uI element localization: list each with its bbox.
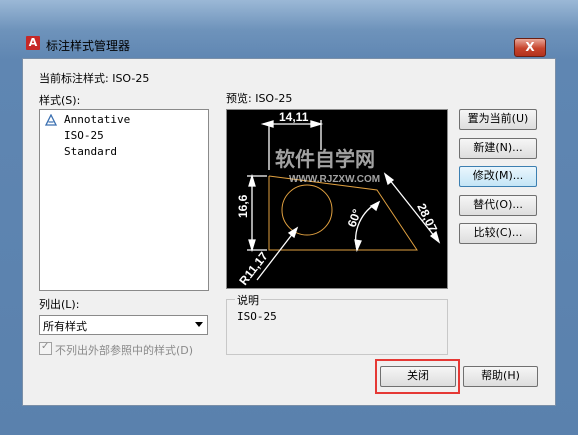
list-filter-select[interactable]: 所有样式 — [39, 315, 208, 335]
dialog-window: A 标注样式管理器 X 当前标注样式: ISO-25 样式(S): Annota… — [0, 0, 578, 435]
help-button[interactable]: 帮助(H) — [463, 366, 538, 387]
autocad-app-icon: A — [26, 36, 40, 50]
preview-label: 预览: ISO-25 — [226, 92, 293, 105]
xref-checkbox[interactable]: ✓ — [39, 341, 52, 355]
styles-label: 样式(S): — [39, 94, 81, 107]
current-style-label: 当前标注样式: ISO-25 — [39, 72, 150, 85]
xref-checkbox-label: 不列出外部参照中的样式(D) — [55, 344, 194, 357]
dim-left-text: 16,6 — [236, 194, 250, 218]
list-filter-value: 所有样式 — [43, 320, 87, 333]
compare-button[interactable]: 比较(C)... — [459, 223, 537, 244]
list-item-standard[interactable]: Standard — [64, 145, 117, 158]
modify-button[interactable]: 修改(M)... — [459, 166, 537, 187]
watermark-url: WWW.RJZXW.COM — [289, 174, 380, 185]
list-item-iso-25[interactable]: ISO-25 — [64, 129, 104, 142]
dim-top-text: 14,11 — [279, 110, 309, 124]
description-group: 说明 ISO-25 — [226, 292, 448, 355]
description-title: 说明 — [235, 292, 261, 308]
dialog-client-area: 当前标注样式: ISO-25 样式(S): Annotative ISO-25 … — [22, 58, 556, 406]
description-value: ISO-25 — [237, 310, 277, 323]
check-icon: ✓ — [41, 341, 50, 352]
dim-angle-text: 60° — [345, 207, 364, 229]
preview-drawing: 14,11 16,6 28,07 60° R11,17 软件自学网 WWW.RJ… — [236, 110, 440, 288]
window-close-button[interactable]: X — [514, 38, 546, 57]
preview-canvas: 14,11 16,6 28,07 60° R11,17 软件自学网 WWW.RJ… — [226, 109, 448, 289]
title-bar[interactable] — [0, 0, 578, 30]
close-button-highlight — [375, 359, 460, 394]
dim-diag-text: 28,07 — [414, 201, 440, 234]
styles-list[interactable]: Annotative ISO-25 Standard — [39, 109, 209, 291]
list-filter-label: 列出(L): — [39, 298, 80, 311]
set-current-button[interactable]: 置为当前(U) — [459, 109, 537, 130]
list-item-annotative[interactable]: Annotative — [64, 113, 130, 126]
annotative-icon — [45, 114, 57, 126]
watermark-title: 软件自学网 — [275, 147, 375, 171]
chevron-down-icon — [195, 322, 203, 327]
new-button[interactable]: 新建(N)... — [459, 138, 537, 159]
window-title: 标注样式管理器 — [46, 39, 131, 53]
override-button[interactable]: 替代(O)... — [459, 195, 537, 216]
